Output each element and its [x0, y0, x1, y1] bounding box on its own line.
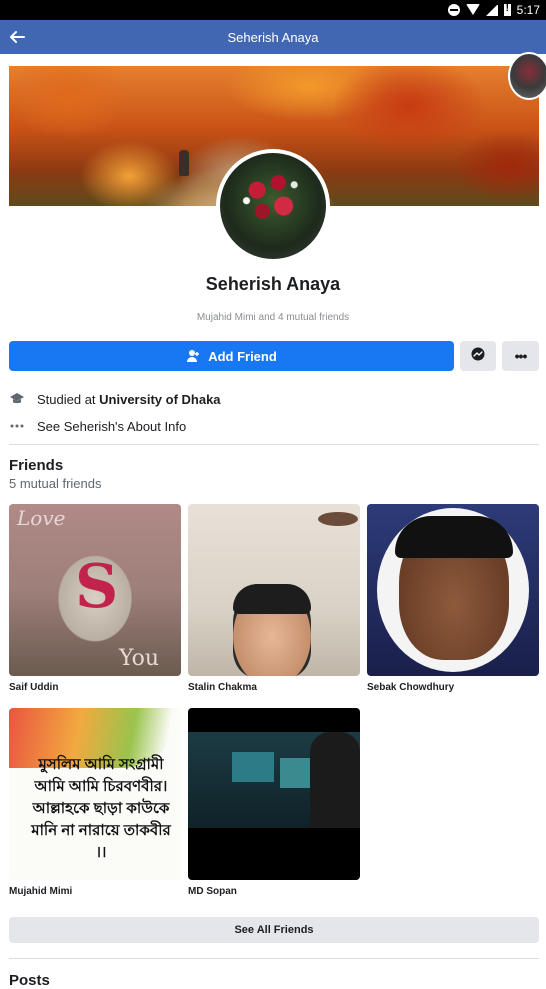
graduation-cap-icon: [9, 391, 25, 407]
friend-photo[interactable]: মুসলিম আমি সংগ্রামী আমি আমি চিরবণবীর। আল…: [9, 708, 181, 880]
friend-photo[interactable]: Love S You: [9, 504, 181, 676]
photo-you-text: You: [119, 646, 160, 671]
friend-name[interactable]: Sebak Chowdhury: [367, 682, 539, 693]
studied-prefix: Studied at: [37, 391, 100, 407]
wifi-icon: [465, 4, 480, 16]
photo-hair: [233, 584, 311, 614]
battery-icon: [503, 3, 511, 16]
cover-mini-avatar[interactable]: [508, 52, 546, 100]
more-dots-icon: [9, 418, 25, 434]
friend-card[interactable]: Love S You Saif Uddin: [9, 504, 181, 693]
friend-name[interactable]: Mujahid Mimi: [9, 886, 181, 897]
posts-title: Posts: [9, 972, 50, 989]
friend-photo[interactable]: [367, 504, 539, 676]
status-bar: 5:17: [0, 0, 546, 20]
friends-title: Friends: [9, 457, 64, 474]
friend-name[interactable]: MD Sopan: [188, 886, 360, 897]
friend-card[interactable]: MD Sopan: [188, 708, 360, 897]
friend-card[interactable]: মুসলিম আমি সংগ্রামী আমি আমি চিরবণবীর। আল…: [9, 708, 181, 897]
friend-photo[interactable]: [188, 504, 360, 676]
mutual-friends-text[interactable]: Mujahid Mimi and 4 mutual friends: [0, 312, 546, 323]
friend-photo[interactable]: [188, 708, 360, 880]
status-time: 5:17: [516, 3, 540, 17]
profile-photo-image: [220, 153, 326, 259]
divider: [9, 444, 539, 445]
divider: [9, 958, 539, 959]
profile-photo[interactable]: [216, 149, 330, 263]
friend-card[interactable]: Sebak Chowdhury: [367, 504, 539, 693]
add-friend-label: Add Friend: [208, 348, 277, 364]
signal-icon: [485, 4, 498, 16]
photo-monitor: [280, 758, 310, 788]
add-friend-button[interactable]: Add Friend: [9, 341, 454, 371]
photo-s-letter: S: [75, 552, 119, 622]
photo-love-text: Love: [17, 506, 66, 530]
page-title: Seherish Anaya: [227, 29, 319, 45]
app-bar: Seherish Anaya: [0, 20, 546, 54]
photo-person: [310, 732, 360, 828]
profile-page: Seherish Anaya Mujahid Mimi and 4 mutual…: [0, 52, 546, 989]
messenger-button[interactable]: [460, 341, 496, 371]
photo-hair: [395, 516, 513, 558]
friend-card[interactable]: Stalin Chakma: [188, 504, 360, 693]
profile-name: Seherish Anaya: [205, 274, 341, 294]
friend-name[interactable]: Stalin Chakma: [188, 682, 360, 693]
info-education: Studied at University of Dhaka: [9, 389, 221, 409]
back-arrow-icon[interactable]: [6, 26, 28, 48]
friends-subtitle: 5 mutual friends: [9, 476, 102, 491]
photo-bengali-text: মুসলিম আমি সংগ্রামী আমি আমি চিরবণবীর। আল…: [31, 756, 171, 861]
see-all-friends-button[interactable]: See All Friends: [9, 917, 539, 943]
friend-name[interactable]: Saif Uddin: [9, 682, 181, 693]
studied-school[interactable]: University of Dhaka: [99, 392, 220, 407]
photo-monitor: [232, 752, 274, 782]
info-about[interactable]: See Seherish's About Info: [9, 416, 186, 436]
add-person-icon: [186, 349, 200, 363]
do-not-disturb-icon: [447, 4, 460, 16]
photo-fan: [318, 512, 358, 526]
more-options-button[interactable]: •••: [502, 341, 539, 371]
messenger-icon: [471, 347, 485, 366]
cover-rider: [179, 150, 189, 176]
about-info-link: See Seherish's About Info: [37, 418, 187, 434]
